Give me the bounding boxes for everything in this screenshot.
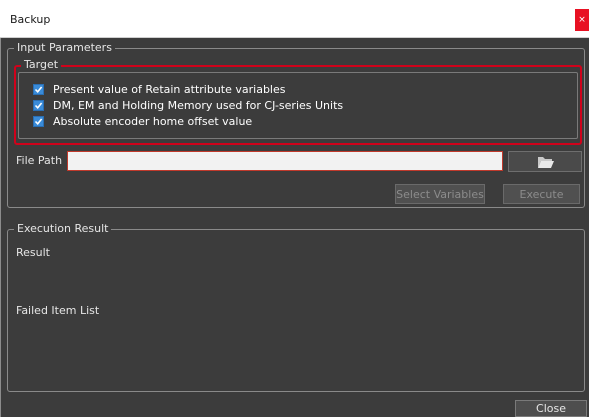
option-label: Absolute encoder home offset value [53,114,253,128]
execution-result-legend: Execution Result [14,222,112,236]
input-parameters-legend: Input Parameters [14,41,115,55]
execute-button[interactable]: Execute [503,184,580,204]
file-path-label: File Path [16,154,63,167]
browse-folder-button[interactable] [508,151,582,172]
title-bar: Backup × [0,0,589,38]
option-label: Present value of Retain attribute variab… [53,82,286,96]
close-icon: × [578,15,586,25]
file-path-input[interactable] [67,151,503,171]
option-retain-variables[interactable]: Present value of Retain attribute variab… [33,82,286,96]
select-variables-button[interactable]: Select Variables [395,184,485,204]
option-encoder-home-offset[interactable]: Absolute encoder home offset value [33,114,252,128]
result-label: Result [16,246,50,259]
checkbox-dm-em-holding-memory[interactable] [33,99,44,111]
checkmark-icon [34,117,43,125]
checkmark-icon [34,101,43,109]
failed-item-list-label: Failed Item List [16,304,100,317]
option-label: DM, EM and Holding Memory used for CJ-se… [53,98,344,112]
close-button[interactable]: Close [515,400,587,417]
window-left-border [0,38,1,417]
target-group: Target Present value of Retain attribute… [14,58,582,145]
checkbox-retain-variables[interactable] [33,83,44,95]
window-close-button[interactable]: × [575,9,589,31]
checkmark-icon [34,85,43,93]
checkbox-encoder-home-offset[interactable] [33,115,44,127]
target-legend: Target [21,58,62,72]
folder-icon [538,157,554,168]
window-title: Backup [10,13,51,26]
option-dm-em-holding-memory[interactable]: DM, EM and Holding Memory used for CJ-se… [33,98,343,112]
